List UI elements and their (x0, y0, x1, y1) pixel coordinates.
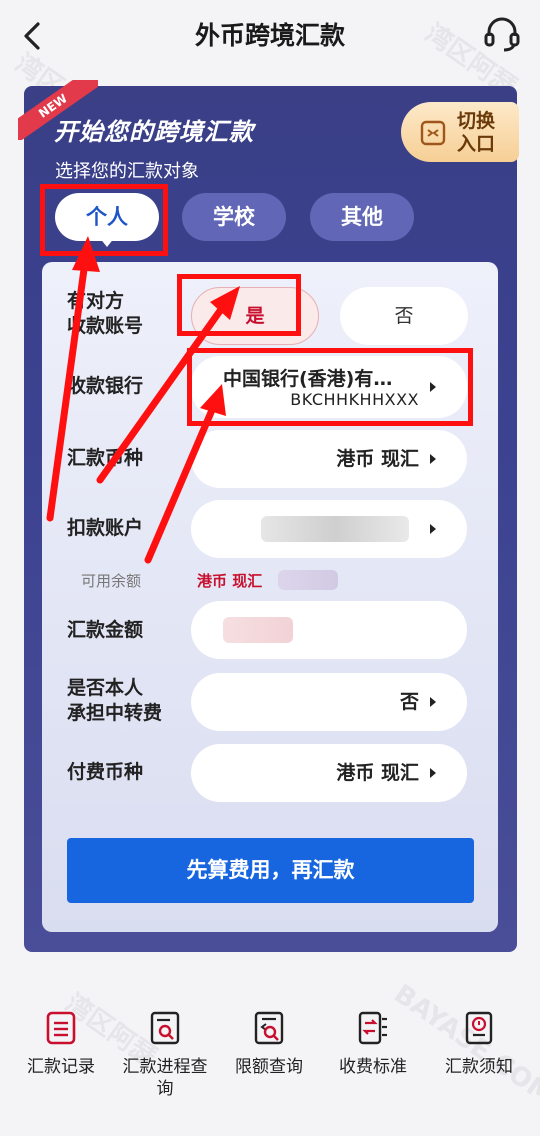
chevron-right-icon (430, 697, 436, 707)
list-doc-icon (46, 1011, 76, 1045)
has-account-label: 有对方 收款账号 (67, 290, 144, 337)
fee-bearer-select[interactable]: 否 (191, 673, 467, 731)
fee-standard-icon (358, 1011, 387, 1045)
nav-label: 汇款记录 (27, 1057, 95, 1077)
fee-currency-value: 港币 现汇 (336, 762, 419, 784)
switch-entry-button[interactable]: 切换 入口 (401, 102, 519, 162)
available-balance-label: 可用余额 (81, 572, 142, 590)
headset-icon (484, 17, 520, 52)
limit-search-icon (254, 1011, 284, 1045)
masked-balance (278, 570, 338, 590)
nav-label: 汇款须知 (445, 1057, 513, 1077)
nav-remittance-records[interactable]: 汇款记录 (8, 1010, 114, 1078)
currency-value: 港币 现汇 (336, 448, 419, 470)
bank-label: 收款银行 (67, 375, 144, 397)
amount-input[interactable] (191, 601, 467, 659)
calculate-fee-button[interactable]: 先算费用，再汇款 (67, 838, 474, 903)
debit-account-select[interactable] (191, 500, 467, 558)
available-balance-currency: 港币 现汇 (197, 572, 263, 590)
fee-currency-select[interactable]: 港币 现汇 (191, 744, 467, 802)
nav-fee-standard[interactable]: 收费标准 (320, 1010, 426, 1078)
tab-school[interactable]: 学校 (182, 193, 286, 241)
switch-icon (420, 120, 446, 146)
hero-subtitle: 选择您的汇款对象 (55, 161, 199, 182)
switch-label-line2: 入口 (457, 133, 496, 155)
nav-label: 收费标准 (339, 1057, 407, 1077)
fee-currency-label: 付费币种 (67, 761, 144, 783)
tab-school-label: 学校 (213, 205, 255, 229)
debit-account-label: 扣款账户 (67, 517, 144, 539)
masked-amount (223, 617, 293, 643)
top-bar: 外币跨境汇款 (0, 0, 540, 72)
nav-label: 汇款进程查询 (122, 1057, 208, 1099)
annotation-box (40, 184, 168, 256)
fee-bearer-value: 否 (399, 691, 419, 713)
has-account-no-button[interactable]: 否 (340, 287, 468, 345)
annotation-box (187, 348, 473, 426)
nav-label: 限额查询 (235, 1057, 303, 1077)
page-title: 外币跨境汇款 (194, 21, 345, 50)
search-doc-icon (150, 1011, 180, 1045)
customer-service-button[interactable] (482, 14, 522, 54)
chevron-right-icon (430, 454, 436, 464)
bottom-nav: 汇款记录 汇款进程查询 限额查询 收费标准 汇款须知 (0, 1000, 540, 1110)
amount-label: 汇款金额 (67, 619, 144, 641)
chevron-right-icon (430, 768, 436, 778)
tab-other-label: 其他 (341, 205, 383, 229)
currency-select[interactable]: 港币 现汇 (191, 430, 467, 488)
hero-title: 开始您的跨境汇款 (54, 118, 254, 146)
notice-icon (465, 1011, 493, 1045)
switch-label-line1: 切换 (457, 110, 496, 132)
currency-label: 汇款币种 (67, 447, 144, 469)
fee-bearer-label: 是否本人 承担中转费 (67, 677, 163, 724)
nav-progress-query[interactable]: 汇款进程查询 (112, 1010, 218, 1100)
nav-limit-query[interactable]: 限额查询 (216, 1010, 322, 1078)
masked-account-number (261, 516, 409, 542)
annotation-box (177, 274, 301, 336)
chevron-right-icon (430, 524, 436, 534)
tab-other[interactable]: 其他 (310, 193, 414, 241)
nav-notice[interactable]: 汇款须知 (426, 1010, 532, 1078)
